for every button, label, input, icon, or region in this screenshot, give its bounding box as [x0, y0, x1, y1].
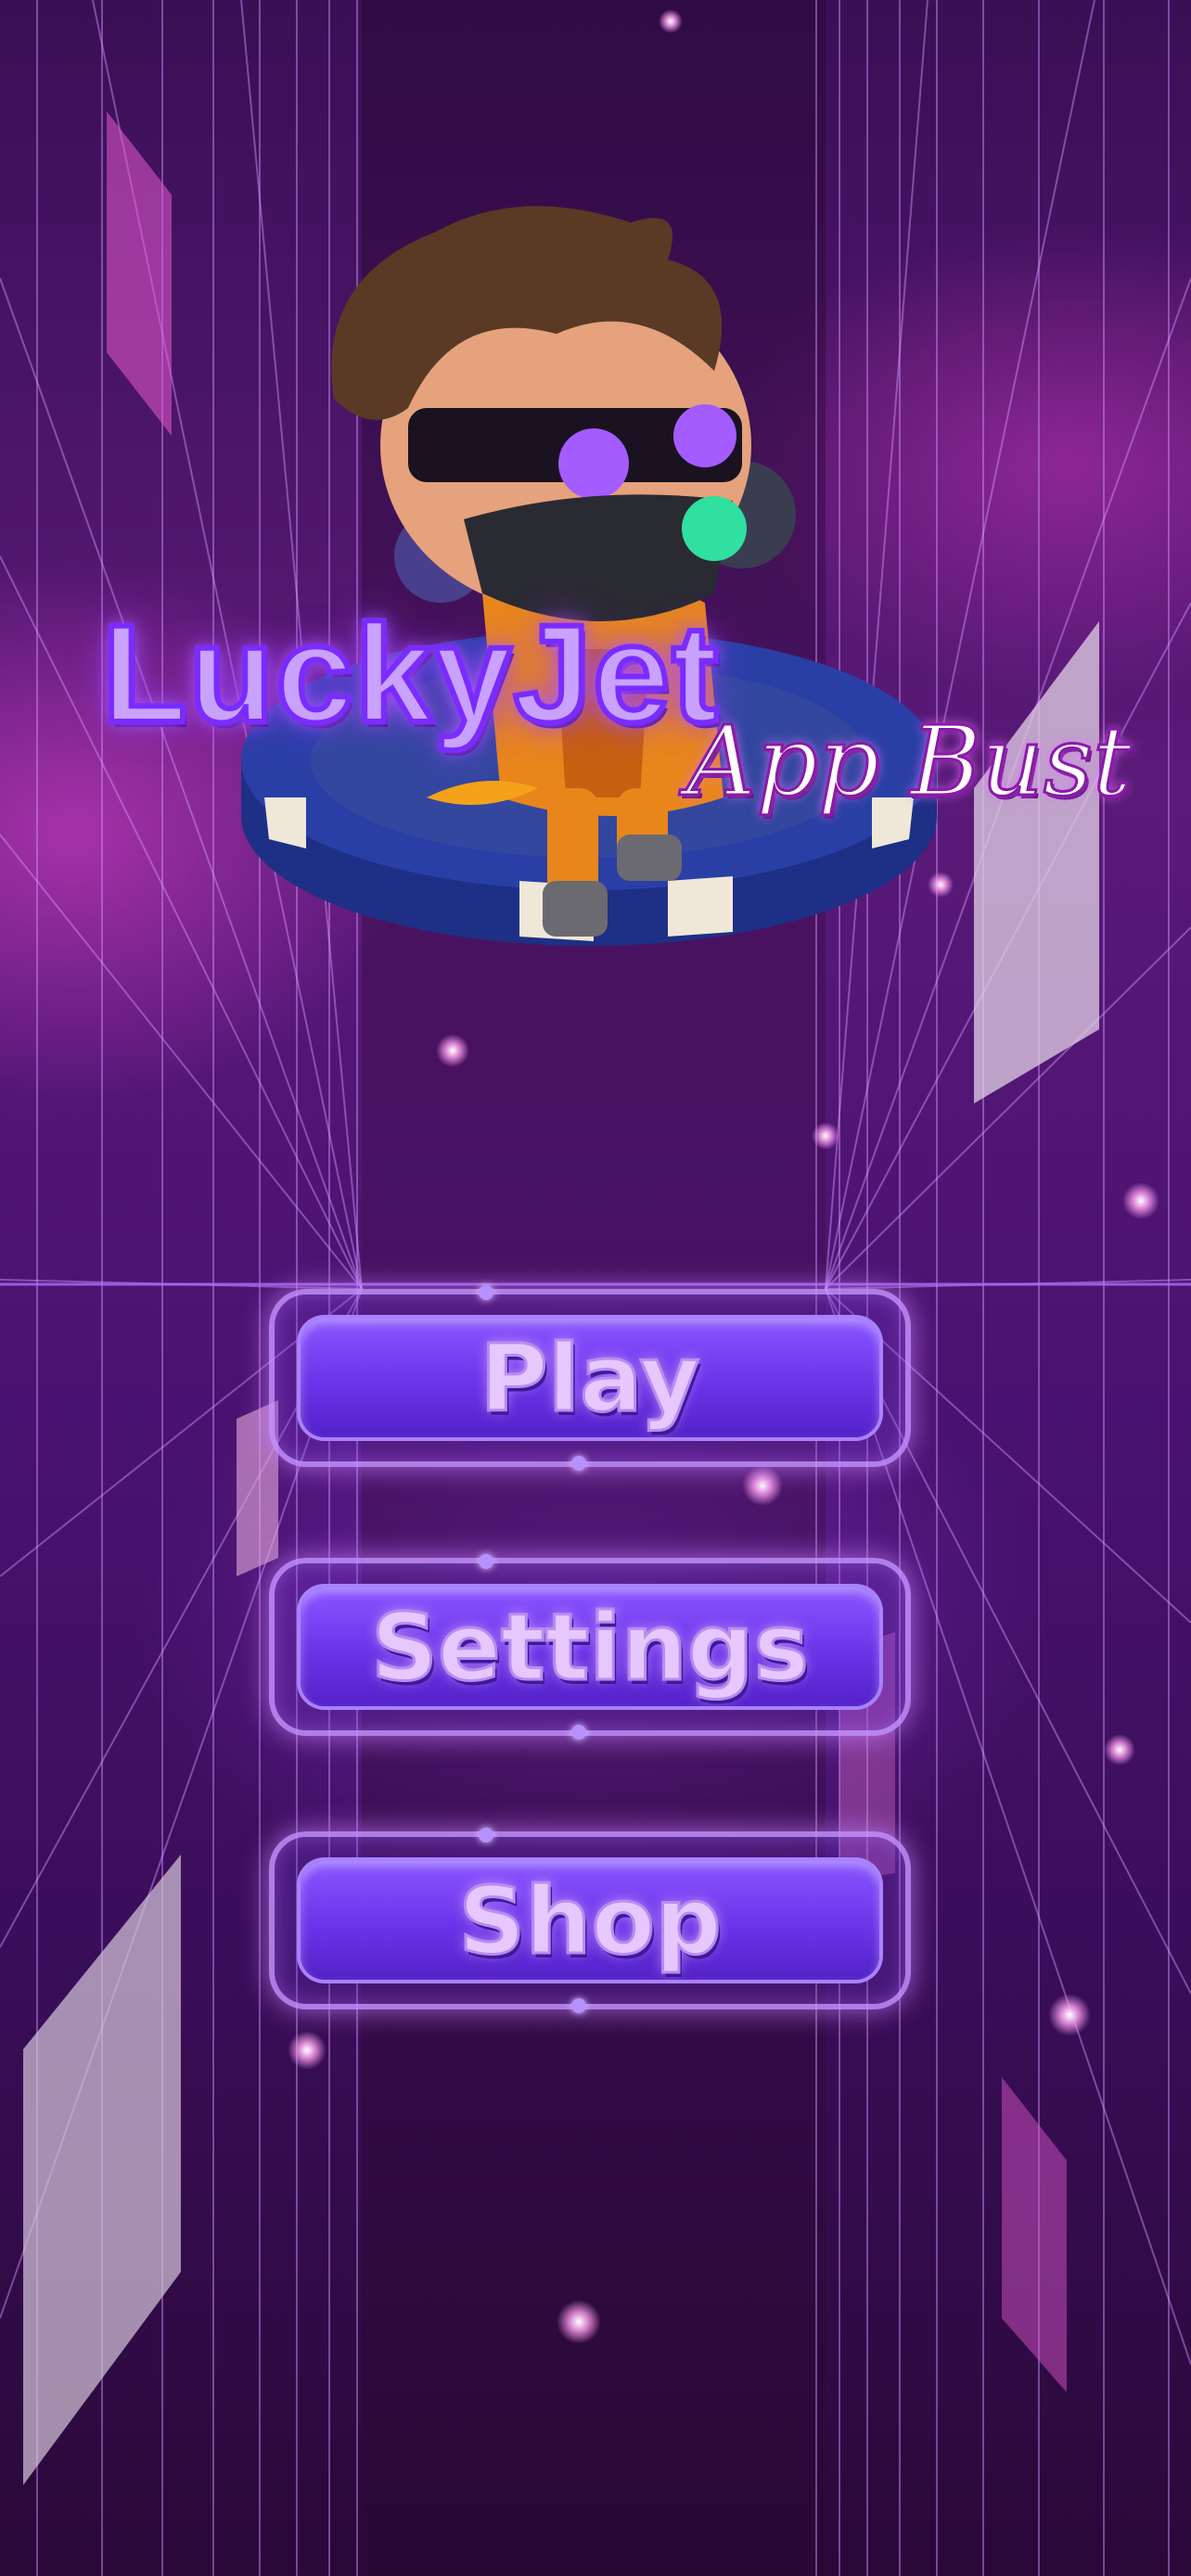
play-button-label: Play [479, 1322, 701, 1434]
game-logo: LuckyJet App Bust [99, 593, 1169, 820]
shop-button[interactable]: Shop [269, 1828, 911, 2013]
sparkle [742, 1465, 783, 1506]
circuit-node [479, 1554, 493, 1569]
settings-button[interactable]: Settings [269, 1554, 911, 1740]
play-button[interactable]: Play [269, 1285, 911, 1471]
circuit-node [479, 1828, 493, 1843]
logo-title: LuckyJet [99, 593, 721, 754]
shop-button-label: Shop [457, 1865, 723, 1976]
circuit-node [571, 1725, 586, 1740]
circuit-node [571, 1998, 586, 2013]
play-button-face[interactable]: Play [301, 1319, 879, 1437]
circuit-node [571, 1456, 586, 1471]
title-hero: LuckyJet App Bust [0, 0, 1191, 983]
settings-button-label: Settings [369, 1591, 810, 1702]
sparkle [812, 1122, 839, 1150]
sparkle [288, 2031, 327, 2070]
shop-button-face[interactable]: Shop [301, 1861, 879, 1980]
jetpack-character-icon [331, 206, 796, 937]
sparkle [436, 1034, 469, 1067]
logo-subtitle: App Bust [685, 704, 1133, 820]
sparkle [557, 2300, 601, 2344]
sparkle [1048, 1994, 1091, 2036]
circuit-node [479, 1285, 493, 1300]
settings-button-face[interactable]: Settings [301, 1588, 879, 1706]
sparkle [1122, 1182, 1159, 1219]
sparkle [1104, 1734, 1135, 1766]
